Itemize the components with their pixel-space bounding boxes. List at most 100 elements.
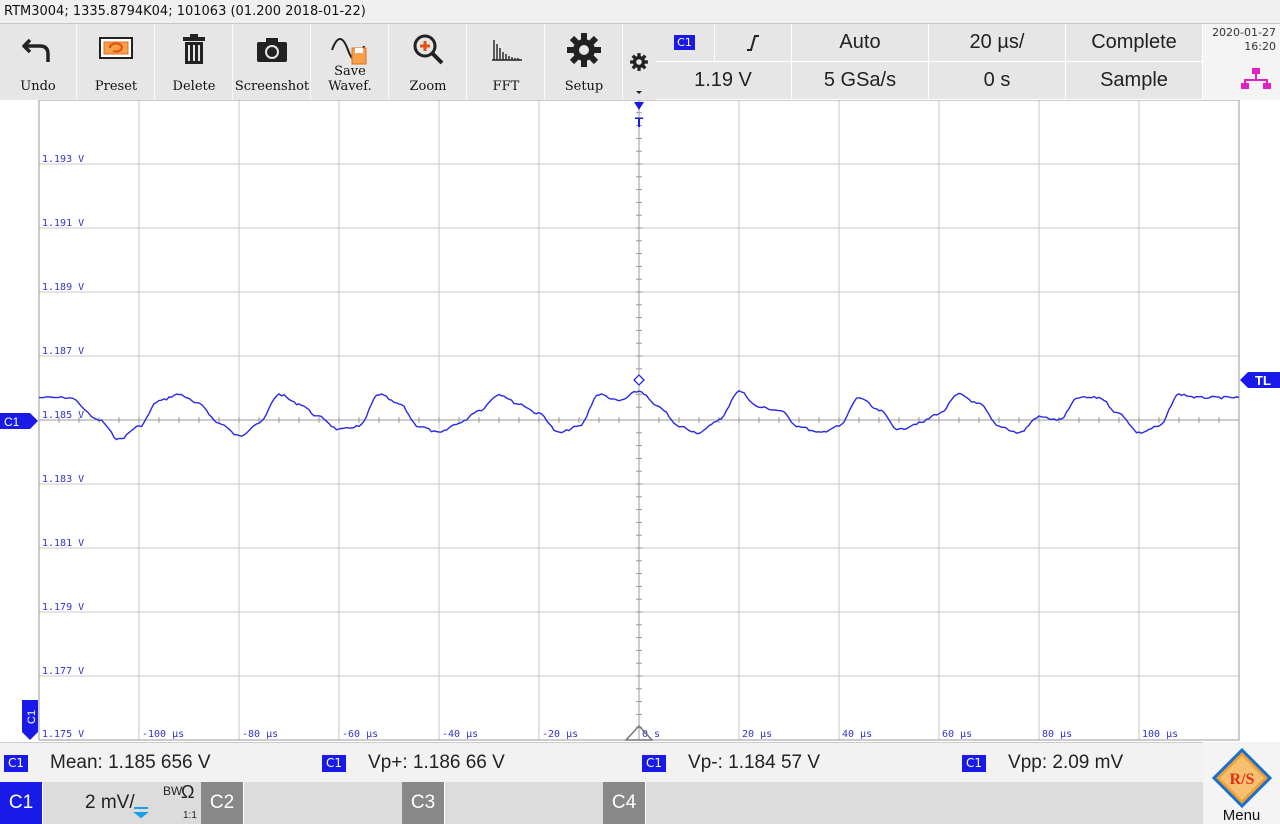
fft-button[interactable]: FFT xyxy=(468,24,545,100)
screenshot-button[interactable]: Screenshot xyxy=(234,24,311,100)
waveform-plot: 1.193 V 1.191 V 1.189 V 1.187 V 1.185 V 1.183… xyxy=(0,100,1280,741)
trigger-slope[interactable] xyxy=(715,24,792,62)
channel-side-marker[interactable]: C1 xyxy=(22,700,38,740)
impedance-symbol: Ω xyxy=(181,782,195,802)
quick-settings-button[interactable] xyxy=(625,24,653,100)
undo-button[interactable]: Undo xyxy=(0,24,77,100)
screenshot-label: Screenshot xyxy=(234,79,310,94)
trigger-mode[interactable]: Auto xyxy=(792,24,929,62)
delete-button[interactable]: Delete xyxy=(156,24,233,100)
measurement-badge: C1 xyxy=(322,754,347,772)
gear-icon xyxy=(567,33,601,67)
dropdown-arrow-icon xyxy=(636,91,642,94)
rising-edge-icon xyxy=(747,34,759,51)
measurement-badge: C1 xyxy=(4,754,29,772)
channel-c3-settings[interactable] xyxy=(444,782,602,824)
delete-label: Delete xyxy=(172,79,216,94)
y-axis-labels: 1.193 V 1.191 V 1.189 V 1.187 V 1.185 V 1.183… xyxy=(42,154,84,740)
undo-label: Undo xyxy=(20,79,56,94)
channel-offset-marker[interactable]: C1 xyxy=(0,413,38,429)
probe-ratio: 1:1 xyxy=(183,810,197,821)
y-tick-label: 1.191 V xyxy=(42,218,84,229)
x-tick-label: -20 µs xyxy=(542,729,578,740)
oscilloscope-screen: RTM3004; 1335.8794K04; 101063 (01.200 20… xyxy=(0,0,1280,824)
fft-icon xyxy=(492,40,522,61)
preset-icon xyxy=(99,37,133,59)
measurement-vp-plus[interactable]: C1 Vp+: 1.186 66 V xyxy=(322,743,505,783)
menu-label: Menu xyxy=(1222,807,1261,824)
trigger-source-badge: C1 xyxy=(674,35,695,50)
x-tick-label: -100 µs xyxy=(142,729,184,740)
measurement-vp-minus[interactable]: C1 Vp-: 1.184 57 V xyxy=(642,743,820,783)
measurement-mean[interactable]: C1 Mean: 1.185 656 V xyxy=(4,743,211,783)
preset-label: Preset xyxy=(94,79,138,94)
trigger-source[interactable]: C1 xyxy=(655,24,715,62)
y-tick-label: 1.179 V xyxy=(42,602,84,613)
sample-rate[interactable]: 5 GSa/s xyxy=(792,62,929,100)
setup-button[interactable]: Setup xyxy=(546,24,623,100)
channel-c3-tag: C3 xyxy=(402,782,444,824)
channel-c4[interactable]: C4 xyxy=(603,782,803,824)
datetime-panel: 2020-01-27 16:20 xyxy=(1203,24,1280,100)
y-tick-label: 1.185 V xyxy=(42,410,84,421)
save-waveform-button[interactable]: Save Wavef. xyxy=(312,24,389,100)
y-tick-label: 1.177 V xyxy=(42,666,84,677)
menu-button[interactable]: R/S Menu xyxy=(1203,742,1280,824)
zoom-button[interactable]: Zoom xyxy=(390,24,467,100)
x-tick-label: 20 µs xyxy=(742,729,772,740)
x-tick-label: 60 µs xyxy=(942,729,972,740)
measurement-bar: C1 Mean: 1.185 656 V C1 Vp+: 1.186 66 V … xyxy=(0,742,1280,782)
trigger-level-marker[interactable]: TL xyxy=(1240,372,1280,390)
channel-side-label: C1 xyxy=(26,710,38,724)
bandwidth-limit: BW xyxy=(163,784,183,798)
y-tick-label: 1.181 V xyxy=(42,538,84,549)
measurement-vpp[interactable]: C1 Vpp: 2.09 mV xyxy=(962,743,1123,783)
waveform-display[interactable]: 1.193 V 1.191 V 1.189 V 1.187 V 1.185 V 1.183… xyxy=(0,100,1280,742)
acquisition-mode[interactable]: Sample xyxy=(1066,62,1203,100)
measurement-value: Vpp: 2.09 mV xyxy=(1008,752,1124,773)
trigger-marker[interactable]: T xyxy=(634,102,644,130)
channel-c3[interactable]: C3 xyxy=(402,782,602,824)
fft-label: FFT xyxy=(492,79,520,94)
x-tick-label: -40 µs xyxy=(442,729,478,740)
y-tick-label: 1.187 V xyxy=(42,346,84,357)
toolbar: Undo Preset Delete Screenshot Save Wavef… xyxy=(0,24,1280,100)
trigger-level[interactable]: 1.19 V xyxy=(655,62,792,100)
channel-c1-settings[interactable]: 2 mV/ BW Ω 1:1 xyxy=(42,782,200,824)
save-waveform-label: Save Wavef. xyxy=(328,64,372,94)
measurement-value: Mean: 1.185 656 V xyxy=(50,752,211,773)
rs-logo-icon: R/S xyxy=(1212,748,1272,808)
ac-coupling-icon xyxy=(133,807,149,818)
measurement-badge: C1 xyxy=(642,754,667,772)
channel-c2-tag: C2 xyxy=(201,782,243,824)
x-axis-labels: -100 µs -80 µs -60 µs -40 µs -20 µs 0 s 20 µs 4… xyxy=(142,729,1178,740)
acquisition-state[interactable]: Complete xyxy=(1066,24,1203,62)
measurement-value: Vp-: 1.184 57 V xyxy=(688,752,821,773)
setup-label: Setup xyxy=(564,79,604,94)
preset-button[interactable]: Preset xyxy=(78,24,155,100)
channel-c1[interactable]: C1 2 mV/ BW Ω 1:1 xyxy=(0,782,200,824)
svg-text:R/S: R/S xyxy=(1230,771,1255,788)
zoom-icon xyxy=(413,34,444,65)
trigger-marker-label: T xyxy=(635,114,644,130)
measurement-value: Vp+: 1.186 66 V xyxy=(368,752,505,773)
measurement-badge: C1 xyxy=(962,754,987,772)
camera-icon xyxy=(257,38,287,62)
network-icon xyxy=(1241,68,1271,89)
timebase[interactable]: 20 µs/ xyxy=(929,24,1066,62)
y-tick-label: 1.189 V xyxy=(42,282,84,293)
x-tick-label: -60 µs xyxy=(342,729,378,740)
time-offset[interactable]: 0 s xyxy=(929,62,1066,100)
save-waveform-icon xyxy=(331,38,367,65)
small-gear-icon xyxy=(630,53,648,71)
x-tick-label: 80 µs xyxy=(1042,729,1072,740)
date-text: 2020-01-27 xyxy=(1212,26,1276,39)
channel-c2-settings[interactable] xyxy=(243,782,401,824)
channel-c4-settings[interactable] xyxy=(645,782,803,824)
x-tick-label: -80 µs xyxy=(242,729,278,740)
y-tick-label: 1.175 V xyxy=(42,729,84,740)
channel-bar: C1 2 mV/ BW Ω 1:1 C2 C3 C4 xyxy=(0,782,1280,824)
title-bar: RTM3004; 1335.8794K04; 101063 (01.200 20… xyxy=(0,0,1280,24)
channel-offset-label: C1 xyxy=(4,415,20,429)
channel-c2[interactable]: C2 xyxy=(201,782,401,824)
